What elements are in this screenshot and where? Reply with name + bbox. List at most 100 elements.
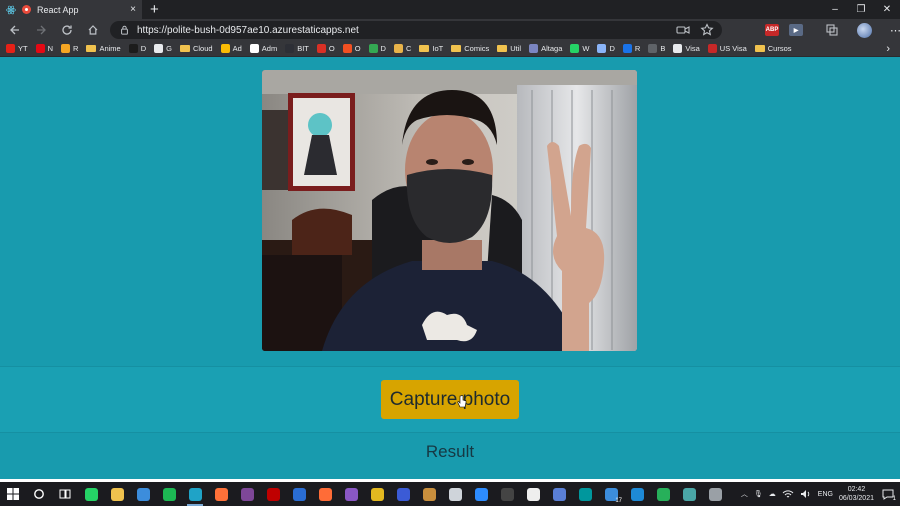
tab-react-app[interactable]: React App × <box>0 0 142 19</box>
onedrive-icon[interactable]: ☁ <box>769 490 776 498</box>
vscode-icon[interactable] <box>624 482 650 506</box>
close-window-button[interactable]: ✕ <box>874 0 900 19</box>
app-network-icon[interactable] <box>546 482 572 506</box>
hand-cursor-icon <box>457 395 467 408</box>
tab-close-icon[interactable]: × <box>130 4 136 15</box>
bookmark-label: N <box>47 44 54 53</box>
bookmark-folder[interactable]: IoT <box>419 41 451 56</box>
edge-icon[interactable] <box>182 482 208 506</box>
extension-icon[interactable]: ▶ <box>789 24 803 36</box>
zoom-icon[interactable] <box>468 482 494 506</box>
bookmark-item[interactable]: O <box>316 41 343 56</box>
teamviewer-icon[interactable] <box>286 482 312 506</box>
bookmark-folder[interactable]: Cloud <box>179 41 221 56</box>
capture-section: Capture photo <box>0 366 900 433</box>
tor-icon[interactable] <box>234 482 260 506</box>
task-view-icon[interactable] <box>52 482 78 506</box>
more-menu-icon[interactable]: ⋯ <box>890 24 900 37</box>
bookmark-item[interactable]: US Visa <box>707 41 755 56</box>
calendar-icon[interactable]: 17 <box>598 482 624 506</box>
app-yellow-glyph <box>370 487 384 501</box>
profile-avatar[interactable] <box>857 22 872 38</box>
clock-time: 02:42 <box>847 486 866 493</box>
collections-icon[interactable] <box>825 23 839 37</box>
result-label: Result <box>425 442 475 461</box>
volume-icon[interactable] <box>800 489 812 499</box>
adblock-plus-icon[interactable]: ABP <box>765 24 779 36</box>
bookmarks-overflow-chevron-icon[interactable]: › <box>886 41 890 56</box>
notifications-icon[interactable]: 1 <box>880 487 896 502</box>
show-hidden-icons[interactable]: ︿ <box>741 489 748 499</box>
bookmark-item[interactable]: N <box>35 41 61 56</box>
bookmark-item[interactable]: R <box>622 41 648 56</box>
bookmark-item[interactable]: D <box>128 41 154 56</box>
camera-icon[interactable] <box>702 482 728 506</box>
bookmark-item[interactable]: D <box>368 41 394 56</box>
microphone-icon[interactable]: 🎙 <box>754 490 763 498</box>
bookmark-item[interactable]: W <box>570 41 597 56</box>
github-desktop-glyph <box>344 487 358 501</box>
inkscape-icon[interactable] <box>520 482 546 506</box>
favorite-star-icon[interactable] <box>700 23 714 37</box>
clock[interactable]: 02:42 06/03/2021 <box>839 485 874 503</box>
bookmark-item[interactable]: R <box>61 41 86 56</box>
language-indicator[interactable]: ENG <box>818 491 833 498</box>
arduino-icon[interactable] <box>572 482 598 506</box>
whatsapp-icon[interactable] <box>78 482 104 506</box>
github-desktop-icon[interactable] <box>338 482 364 506</box>
bookmark-folder[interactable]: Comics <box>451 41 497 56</box>
bookmark-item[interactable]: Ad <box>220 41 250 56</box>
bookmark-item[interactable]: C <box>393 41 419 56</box>
bookmark-label: Cursos <box>767 44 792 53</box>
filezilla-icon[interactable] <box>260 482 286 506</box>
mail-icon[interactable] <box>130 482 156 506</box>
bookmark-folder[interactable]: Util <box>497 41 529 56</box>
bookmark-item[interactable]: O <box>342 41 369 56</box>
camera-in-use-icon[interactable] <box>676 23 690 37</box>
app-dark-icon[interactable] <box>494 482 520 506</box>
bookmark-label: D <box>609 44 615 53</box>
bookmark-label: Adm <box>261 44 278 53</box>
home-icon[interactable] <box>80 19 106 41</box>
notifications-count: 1 <box>892 496 896 502</box>
app-green-icon[interactable] <box>650 482 676 506</box>
firefox-icon[interactable] <box>208 482 234 506</box>
new-tab-button[interactable]: + <box>150 0 159 19</box>
bookmark-item[interactable]: Visa <box>673 41 707 56</box>
bookmark-favicon-icon <box>597 44 607 53</box>
address-bar[interactable]: https://polite-bush-0d957ae10.azurestati… <box>110 21 722 39</box>
app-teal-icon[interactable] <box>676 482 702 506</box>
app-green-glyph <box>656 487 670 501</box>
react-icon <box>6 5 16 14</box>
postman-icon[interactable] <box>312 482 338 506</box>
back-arrow-icon[interactable] <box>2 19 28 41</box>
bookmark-favicon-icon <box>316 44 326 53</box>
bookmark-item[interactable]: B <box>648 41 673 56</box>
minimize-button[interactable]: – <box>822 0 848 19</box>
reload-icon[interactable] <box>54 19 80 41</box>
bookmark-item[interactable]: BIT <box>285 41 317 56</box>
restore-button[interactable]: ❐ <box>848 0 874 19</box>
bookmark-folder[interactable]: Anime <box>86 41 128 56</box>
bookmark-item[interactable]: Altaga <box>529 41 570 56</box>
bookmark-item[interactable]: Adm <box>249 41 285 56</box>
bookmark-label: B <box>660 44 666 53</box>
windows-start-icon[interactable] <box>0 482 26 506</box>
file-explorer-icon[interactable] <box>104 482 130 506</box>
bookmark-item[interactable]: D <box>597 41 622 56</box>
bookmark-item[interactable]: G <box>154 41 180 56</box>
spotify-icon[interactable] <box>156 482 182 506</box>
search-icon[interactable] <box>26 482 52 506</box>
wifi-icon[interactable] <box>782 489 794 499</box>
app-yellow-icon[interactable] <box>364 482 390 506</box>
bookmark-item[interactable]: YT <box>6 41 36 56</box>
bookmark-folder[interactable]: Cursos <box>754 41 800 56</box>
app-blue-icon[interactable] <box>390 482 416 506</box>
davinci-icon[interactable] <box>416 482 442 506</box>
capture-photo-button[interactable]: Capture photo <box>381 380 519 419</box>
forward-arrow-icon[interactable] <box>28 19 54 41</box>
windows-taskbar: 17 ︿ 🎙 ☁ ENG 02:42 06/03/2021 1 <box>0 482 900 506</box>
camera-glyph <box>708 487 722 501</box>
bookmark-label: W <box>582 44 590 53</box>
obs-icon[interactable] <box>442 482 468 506</box>
